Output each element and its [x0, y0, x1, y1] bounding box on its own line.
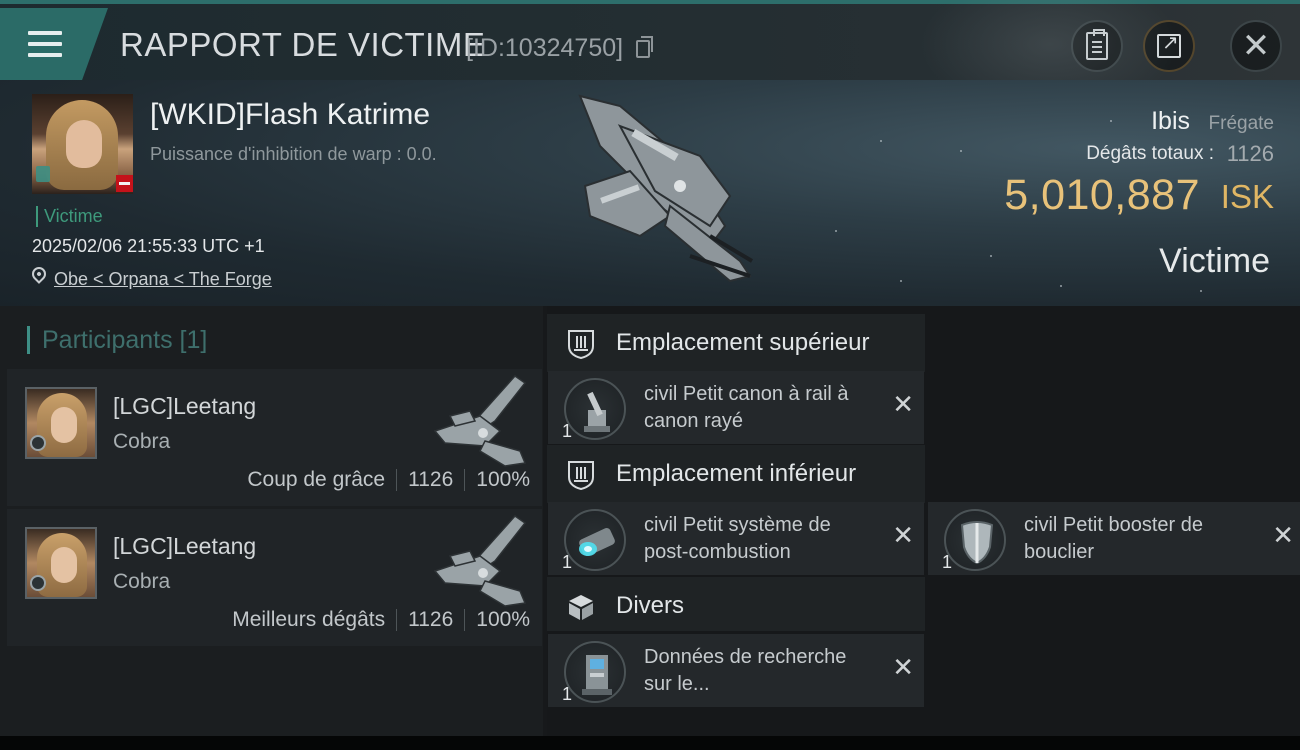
participant-damage: 1126 — [408, 608, 454, 631]
module-name: civil Petit canon à rail à canon rayé — [644, 383, 849, 432]
high-slot-icon — [568, 330, 594, 360]
page-title: RAPPORT DE VICTIME — [120, 26, 486, 63]
participant-row[interactable]: [LGC]Leetang Cobra Meilleurs dégâts 1126… — [7, 509, 542, 646]
module-name: civil Petit système de post-combustion — [644, 514, 831, 563]
participant-damage: 1126 — [408, 468, 454, 491]
close-button[interactable]: ✕ — [1230, 20, 1282, 72]
destroyed-x-icon: ✕ — [1272, 520, 1294, 550]
participant-row[interactable]: [LGC]Leetang Cobra Coup de grâce 1126 10… — [7, 369, 542, 506]
participant-role: Coup de grâce — [247, 468, 386, 491]
module-item[interactable]: 1 civil Petit booster de bouclier ✕ — [928, 502, 1300, 575]
participant-badge-icon — [30, 575, 46, 591]
participant-portrait[interactable] — [25, 527, 97, 599]
details-section: Participants [1] [LGC]Leetang Cobra Coup… — [0, 306, 1300, 736]
destroyed-x-icon: ✕ — [892, 520, 914, 550]
module-quantity: 1 — [562, 421, 573, 441]
participant-badge-icon — [30, 435, 46, 451]
module-item[interactable]: 1 civil Petit système de post-combustion… — [548, 502, 924, 575]
total-damage-label: Dégâts totaux : — [1086, 143, 1214, 164]
participant-percent: 100% — [476, 468, 530, 491]
security-status-badge — [116, 175, 133, 192]
participants-title: Participants [1] — [27, 326, 207, 354]
menu-icon — [28, 31, 62, 57]
victim-role-tag: Victime — [36, 206, 103, 227]
participant-stats: Coup de grâce 1126 100% — [247, 468, 530, 492]
ship-class: Frégate — [1208, 113, 1274, 134]
afterburner-icon — [564, 509, 626, 571]
victim-banner: [WKID]Flash Katrime Puissance d'inhibiti… — [0, 80, 1300, 306]
low-slot-header: Emplacement inférieur — [547, 445, 925, 503]
participant-name: [LGC]Leetang — [113, 393, 257, 419]
victim-name[interactable]: [WKID]Flash Katrime — [150, 98, 430, 132]
share-icon — [1157, 30, 1181, 58]
research-data-icon — [564, 641, 626, 703]
location-link[interactable]: Obe < Orpana < The Forge — [54, 269, 272, 290]
ship-name[interactable]: Ibis — [1151, 107, 1190, 136]
module-name: civil Petit booster de bouclier — [1024, 514, 1203, 563]
victim-status: Victime — [1159, 242, 1270, 280]
participant-ship-image — [433, 375, 527, 467]
corporation-icon — [36, 166, 50, 182]
total-damage-value: 1126 — [1226, 141, 1274, 166]
module-item[interactable]: 1 civil Petit canon à rail à canon rayé … — [548, 371, 924, 444]
copy-icon[interactable] — [636, 36, 653, 58]
participant-role: Meilleurs dégâts — [232, 608, 386, 631]
module-quantity: 1 — [942, 552, 953, 572]
railgun-icon — [564, 378, 626, 440]
misc-header: Divers — [547, 577, 925, 631]
bottom-strip — [0, 736, 1300, 750]
misc-title: Divers — [616, 592, 685, 619]
participant-ship: Cobra — [113, 430, 171, 453]
participant-name: [LGC]Leetang — [113, 533, 257, 559]
low-slot-icon — [568, 461, 594, 491]
high-slot-header: Emplacement supérieur — [547, 314, 925, 372]
low-slot-title: Emplacement inférieur — [616, 460, 857, 487]
warp-disruption-text: Puissance d'inhibition de warp : 0.0. — [150, 144, 437, 164]
isk-value: 5,010,887 — [1004, 171, 1200, 219]
participants-panel: Participants [1] [LGC]Leetang Cobra Coup… — [0, 306, 543, 736]
close-icon: ✕ — [1241, 27, 1271, 65]
participant-stats: Meilleurs dégâts 1126 100% — [232, 608, 530, 632]
share-button[interactable] — [1143, 20, 1195, 72]
isk-unit: ISK — [1220, 178, 1274, 215]
participant-percent: 100% — [476, 608, 530, 631]
participant-ship: Cobra — [113, 570, 171, 593]
shield-booster-icon — [944, 509, 1006, 571]
module-item[interactable]: 1 Données de recherche sur le... ✕ — [548, 634, 924, 707]
clipboard-icon — [1086, 29, 1108, 60]
module-quantity: 1 — [562, 684, 573, 704]
location-pin-icon — [29, 264, 49, 284]
cargo-box-icon — [569, 595, 593, 620]
kill-timestamp: 2025/02/06 21:55:33 UTC +1 — [32, 236, 265, 256]
participant-ship-image — [433, 515, 527, 607]
participant-portrait[interactable] — [25, 387, 97, 459]
victim-ship-image[interactable] — [560, 86, 770, 296]
high-slot-title: Emplacement supérieur — [616, 329, 870, 356]
menu-button[interactable] — [0, 8, 108, 80]
module-quantity: 1 — [562, 552, 573, 572]
destroyed-x-icon: ✕ — [892, 652, 914, 682]
top-bar: RAPPORT DE VICTIME [ID:10324750] ✕ — [0, 0, 1300, 114]
report-id: [ID:10324750] — [466, 34, 624, 62]
fitting-panel: Emplacement supérieur 1 civil Petit cano… — [547, 306, 1300, 736]
module-name: Données de recherche sur le... — [644, 646, 847, 695]
clipboard-button[interactable] — [1071, 20, 1123, 72]
destroyed-x-icon: ✕ — [892, 389, 914, 419]
